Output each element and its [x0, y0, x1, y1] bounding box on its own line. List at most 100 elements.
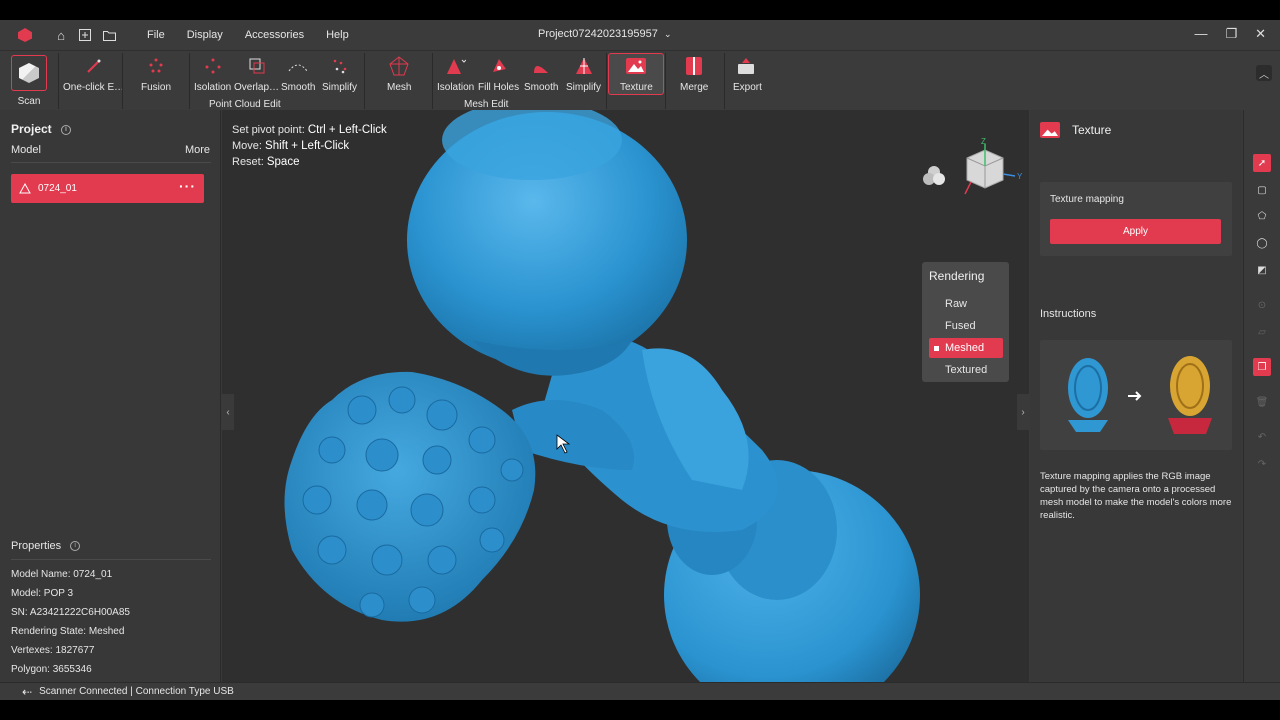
- rendering-panel: Rendering Raw Fused Meshed Textured: [922, 262, 1009, 382]
- rendering-textured[interactable]: Textured: [929, 360, 1003, 380]
- export-label: Export: [733, 82, 762, 93]
- fusion-button[interactable]: Fusion: [141, 55, 171, 93]
- simplify-icon: [330, 55, 350, 77]
- open-folder-icon[interactable]: [102, 28, 116, 42]
- minimize-icon[interactable]: —: [1194, 26, 1207, 42]
- divider: [11, 162, 211, 163]
- pc-isolation-label: Isolation: [194, 82, 232, 93]
- apply-button[interactable]: Apply: [1050, 219, 1221, 244]
- properties-info-icon[interactable]: i: [70, 541, 81, 552]
- polygon-select-icon[interactable]: ⬠: [1253, 207, 1271, 225]
- model-header: Model: [11, 144, 41, 156]
- pc-smooth-button[interactable]: Smooth: [281, 55, 315, 93]
- status-bar: ⇠ Scanner Connected | Connection Type US…: [0, 682, 1280, 700]
- prop-model: Model: POP 3: [11, 588, 74, 599]
- fill-holes-icon: [489, 55, 509, 77]
- close-icon[interactable]: ✕: [1255, 26, 1266, 42]
- window-controls: — ❐ ✕: [1194, 26, 1266, 42]
- texture-button[interactable]: Texture: [620, 55, 653, 93]
- selection-tool-strip: ➚ ▢ ⬠ ◯ ◩ ⊙ ▱ ❐ 🗑 ↶ ↷: [1243, 110, 1280, 682]
- properties-header: Properties i: [11, 540, 81, 552]
- rendering-meshed[interactable]: Meshed: [929, 338, 1003, 358]
- more-options-icon[interactable]: ···: [179, 179, 196, 193]
- hint-reset-key: Reset:: [232, 156, 264, 168]
- view-cube[interactable]: Z Y: [957, 136, 1027, 206]
- hint-pivot-key: Set pivot point:: [232, 124, 305, 136]
- status-text: Scanner Connected | Connection Type USB: [39, 686, 234, 697]
- info-icon[interactable]: i: [61, 124, 72, 135]
- merge-button[interactable]: Merge: [680, 55, 708, 93]
- model-item-name: 0724_01: [38, 183, 77, 194]
- overlap-button[interactable]: Overlap…: [234, 55, 279, 93]
- project-title-text: Project07242023195957: [538, 28, 658, 40]
- fill-holes-label: Fill Holes: [478, 82, 520, 93]
- plane-cut-icon[interactable]: ▱: [1253, 323, 1271, 341]
- collapse-right-panel-button[interactable]: ›: [1017, 394, 1029, 430]
- brush-select-icon[interactable]: ⊙: [1253, 296, 1271, 314]
- rendering-raw[interactable]: Raw: [929, 294, 1003, 314]
- fusion-label: Fusion: [141, 82, 172, 93]
- mesh-smooth-button[interactable]: Smooth: [524, 55, 558, 93]
- mesh-isolation-icon: [446, 55, 466, 77]
- mesh-smooth-icon: [531, 55, 551, 77]
- fill-holes-button[interactable]: Fill Holes: [478, 55, 519, 93]
- export-button[interactable]: Export: [733, 55, 762, 93]
- texture-panel-header: Texture: [1040, 122, 1111, 138]
- delete-icon[interactable]: 🗑: [1253, 393, 1271, 411]
- export-icon: [737, 55, 757, 77]
- invert-selection-icon[interactable]: ◩: [1253, 261, 1271, 279]
- texture-icon: [1040, 122, 1060, 138]
- color-mode-icon[interactable]: [922, 164, 946, 188]
- restore-icon[interactable]: ❐: [1225, 26, 1237, 42]
- texture-icon: [626, 55, 647, 77]
- duplicate-selection-icon[interactable]: ❐: [1253, 358, 1271, 376]
- chevron-down-icon: ⌄: [663, 29, 672, 39]
- instructions-title: Instructions: [1040, 308, 1097, 320]
- prop-rendering-state: Rendering State: Meshed: [11, 626, 125, 637]
- project-title[interactable]: Project07242023195957 ⌄: [538, 28, 672, 40]
- instructions-illustration: [1040, 340, 1232, 450]
- merge-icon: [684, 55, 704, 77]
- one-click-edit-button[interactable]: One-click E…: [63, 55, 124, 93]
- menu-help[interactable]: Help: [315, 29, 360, 41]
- mesh-isolation-label: Isolation: [437, 82, 475, 93]
- pointer-select-icon[interactable]: ➚: [1253, 154, 1271, 172]
- scan-button[interactable]: Scan: [10, 55, 48, 109]
- menu-bar: File Display Accessories Help: [136, 29, 360, 41]
- more-button[interactable]: More: [185, 144, 210, 156]
- axis-y-label: Y: [1017, 172, 1023, 181]
- pc-isolation-button[interactable]: Isolation: [194, 55, 231, 93]
- mesh-model-icon: [19, 183, 31, 194]
- mesh-simplify-button[interactable]: Simplify: [566, 55, 601, 93]
- lasso-select-icon[interactable]: ◯: [1253, 234, 1271, 252]
- collapse-toolbar-button[interactable]: ︿: [1256, 65, 1272, 81]
- point-cloud-group-label: Point Cloud Edit: [209, 99, 281, 110]
- model-list-item[interactable]: 0724_01 ···: [11, 174, 204, 203]
- 3d-viewport[interactable]: Set pivot point: Ctrl + Left-Click Move:…: [222, 110, 1029, 682]
- texture-label: Texture: [620, 82, 653, 93]
- rendering-fused[interactable]: Fused: [929, 316, 1003, 336]
- undo-icon[interactable]: ↶: [1253, 428, 1271, 446]
- redo-icon[interactable]: ↷: [1253, 455, 1271, 473]
- scanned-mesh-model: [284, 110, 920, 682]
- home-icon[interactable]: ⌂: [54, 28, 68, 43]
- project-panel: Project i Model More 0724_01 ··· Propert…: [0, 110, 221, 682]
- texture-mapping-label: Texture mapping: [1050, 194, 1124, 205]
- overlap-label: Overlap…: [234, 82, 280, 93]
- mesh-button[interactable]: Mesh: [387, 55, 411, 93]
- chevron-left-icon: ‹: [226, 406, 230, 418]
- rectangle-select-icon[interactable]: ▢: [1253, 181, 1271, 199]
- chevron-up-icon: ︿: [1259, 69, 1269, 81]
- menu-file[interactable]: File: [136, 29, 176, 41]
- texture-mapping-section: Texture mapping Apply: [1040, 182, 1232, 256]
- collapse-left-panel-button[interactable]: ‹: [222, 394, 234, 430]
- menu-accessories[interactable]: Accessories: [234, 29, 315, 41]
- new-project-icon[interactable]: [78, 28, 92, 42]
- prop-vertexes: Vertexes: 1827677: [11, 645, 95, 656]
- hint-move-value: Shift + Left-Click: [265, 140, 350, 152]
- one-click-edit-label: One-click E…: [63, 82, 125, 93]
- hint-move-key: Move:: [232, 140, 262, 152]
- mesh-isolation-button[interactable]: Isolation: [437, 55, 474, 93]
- pc-simplify-button[interactable]: Simplify: [322, 55, 357, 93]
- menu-display[interactable]: Display: [176, 29, 234, 41]
